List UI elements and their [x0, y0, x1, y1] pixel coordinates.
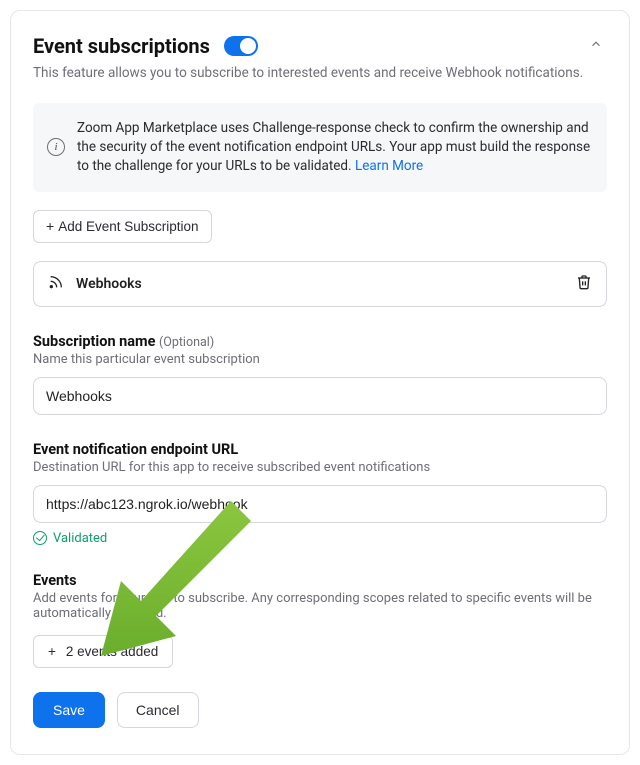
- endpoint-desc: Destination URL for this app to receive …: [33, 460, 607, 475]
- endpoint-label: Event notification endpoint URL: [33, 441, 607, 458]
- cancel-button[interactable]: Cancel: [117, 692, 199, 728]
- optional-label: (Optional): [159, 335, 214, 350]
- info-text-content: Zoom App Marketplace uses Challenge-resp…: [77, 120, 590, 174]
- subscription-name-label: Subscription name: [33, 333, 155, 350]
- header-left: Event subscriptions: [33, 34, 258, 58]
- events-added-button[interactable]: + 2 events added: [33, 635, 173, 668]
- plus-icon: +: [48, 644, 56, 659]
- webhooks-row-label: Webhooks: [76, 276, 142, 292]
- info-icon: i: [47, 138, 65, 156]
- add-event-subscription-button[interactable]: + Add Event Subscription: [33, 210, 212, 243]
- plus-icon: +: [46, 219, 54, 233]
- add-button-label: Add Event Subscription: [58, 219, 198, 234]
- webhooks-row-left: Webhooks: [48, 274, 142, 294]
- validated-label: Validated: [53, 531, 107, 546]
- webhooks-row[interactable]: Webhooks: [33, 261, 607, 307]
- endpoint-block: Event notification endpoint URL Destinat…: [33, 441, 607, 546]
- events-block: Events Add events for your app to subscr…: [33, 572, 607, 668]
- info-box: i Zoom App Marketplace uses Challenge-re…: [33, 103, 607, 192]
- footer-buttons: Save Cancel: [33, 692, 607, 728]
- validated-status: Validated: [33, 531, 607, 546]
- subscription-name-input[interactable]: [33, 377, 607, 415]
- collapse-chevron-icon[interactable]: [585, 33, 607, 59]
- learn-more-link[interactable]: Learn More: [355, 158, 423, 174]
- page-title: Event subscriptions: [33, 34, 210, 58]
- check-circle-icon: [33, 531, 47, 545]
- toggle-knob: [240, 38, 256, 54]
- events-label: Events: [33, 572, 607, 589]
- endpoint-input[interactable]: [33, 485, 607, 523]
- save-button[interactable]: Save: [33, 692, 105, 728]
- subscription-name-block: Subscription name (Optional) Name this p…: [33, 333, 607, 415]
- event-subscriptions-card: Event subscriptions This feature allows …: [10, 10, 630, 755]
- header-row: Event subscriptions: [33, 33, 607, 59]
- events-button-label: 2 events added: [66, 644, 158, 659]
- info-text: Zoom App Marketplace uses Challenge-resp…: [77, 119, 591, 176]
- events-desc: Add events for your app to subscribe. An…: [33, 591, 607, 621]
- subscription-name-desc: Name this particular event subscription: [33, 352, 607, 367]
- rss-icon: [48, 274, 64, 294]
- subscription-name-label-row: Subscription name (Optional): [33, 333, 607, 350]
- subtitle: This feature allows you to subscribe to …: [33, 65, 607, 81]
- feature-toggle[interactable]: [224, 36, 258, 56]
- trash-icon[interactable]: [576, 274, 592, 294]
